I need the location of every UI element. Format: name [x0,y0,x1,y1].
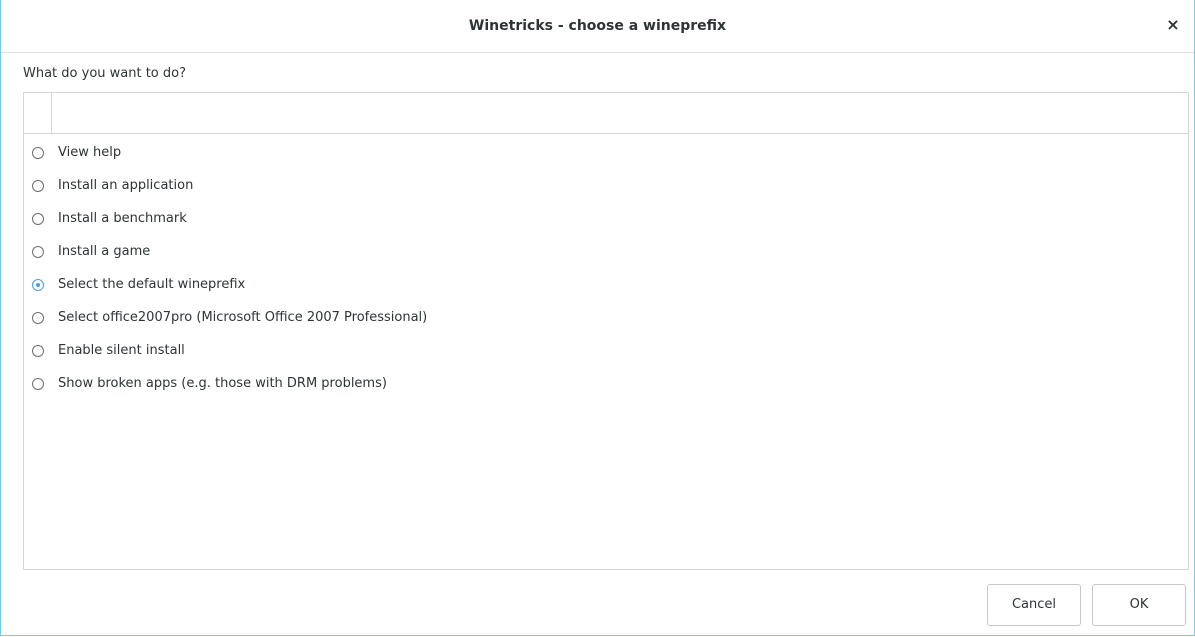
option-label: Install a game [58,244,151,259]
window-title: Winetricks - choose a wineprefix [468,18,727,34]
option-label: Show broken apps (e.g. those with DRM pr… [58,376,387,391]
option-row[interactable]: Show broken apps (e.g. those with DRM pr… [24,367,1188,400]
radio-button-icon[interactable] [32,146,44,159]
radio-button-icon[interactable] [32,377,44,390]
option-label: Enable silent install [58,343,185,358]
prompt-label: What do you want to do? [23,66,187,81]
option-label: Install an application [58,178,194,193]
ok-button[interactable]: OK [1092,584,1186,626]
cancel-button[interactable]: Cancel [987,584,1081,626]
options-list: View help Install an application Install a… [23,92,1189,570]
option-label: Install a benchmark [58,211,187,226]
option-row[interactable]: Select office2007pro (Microsoft Office 2… [24,301,1188,334]
radio-button-icon[interactable] [32,179,44,192]
list-header [24,93,1188,134]
dialog-window: Winetricks - choose a wineprefix × What … [0,0,1195,636]
option-rows: View help Install an application Install a… [24,136,1188,400]
option-row[interactable]: Install a benchmark [24,202,1188,235]
option-row[interactable]: Install an application [24,169,1188,202]
radio-button-icon[interactable] [32,245,44,258]
radio-button-icon[interactable] [32,311,44,324]
radio-button-icon[interactable] [32,212,44,225]
radio-button-icon[interactable] [32,344,44,357]
option-label: Select the default wineprefix [58,277,246,292]
header-column-label[interactable] [52,93,1188,133]
button-bar: Cancel OK [1,578,1194,635]
option-row[interactable]: View help [24,136,1188,169]
close-icon[interactable]: × [1162,14,1184,36]
option-row[interactable]: Install a game [24,235,1188,268]
option-label: Select office2007pro (Microsoft Office 2… [58,310,428,325]
title-bar: Winetricks - choose a wineprefix × [1,0,1194,53]
dialog-body: What do you want to do? View help Install… [1,53,1194,635]
option-label: View help [58,145,122,160]
radio-button-icon[interactable] [32,278,44,291]
option-row[interactable]: Enable silent install [24,334,1188,367]
header-column-radio[interactable] [24,93,52,133]
option-row[interactable]: Select the default wineprefix [24,268,1188,301]
